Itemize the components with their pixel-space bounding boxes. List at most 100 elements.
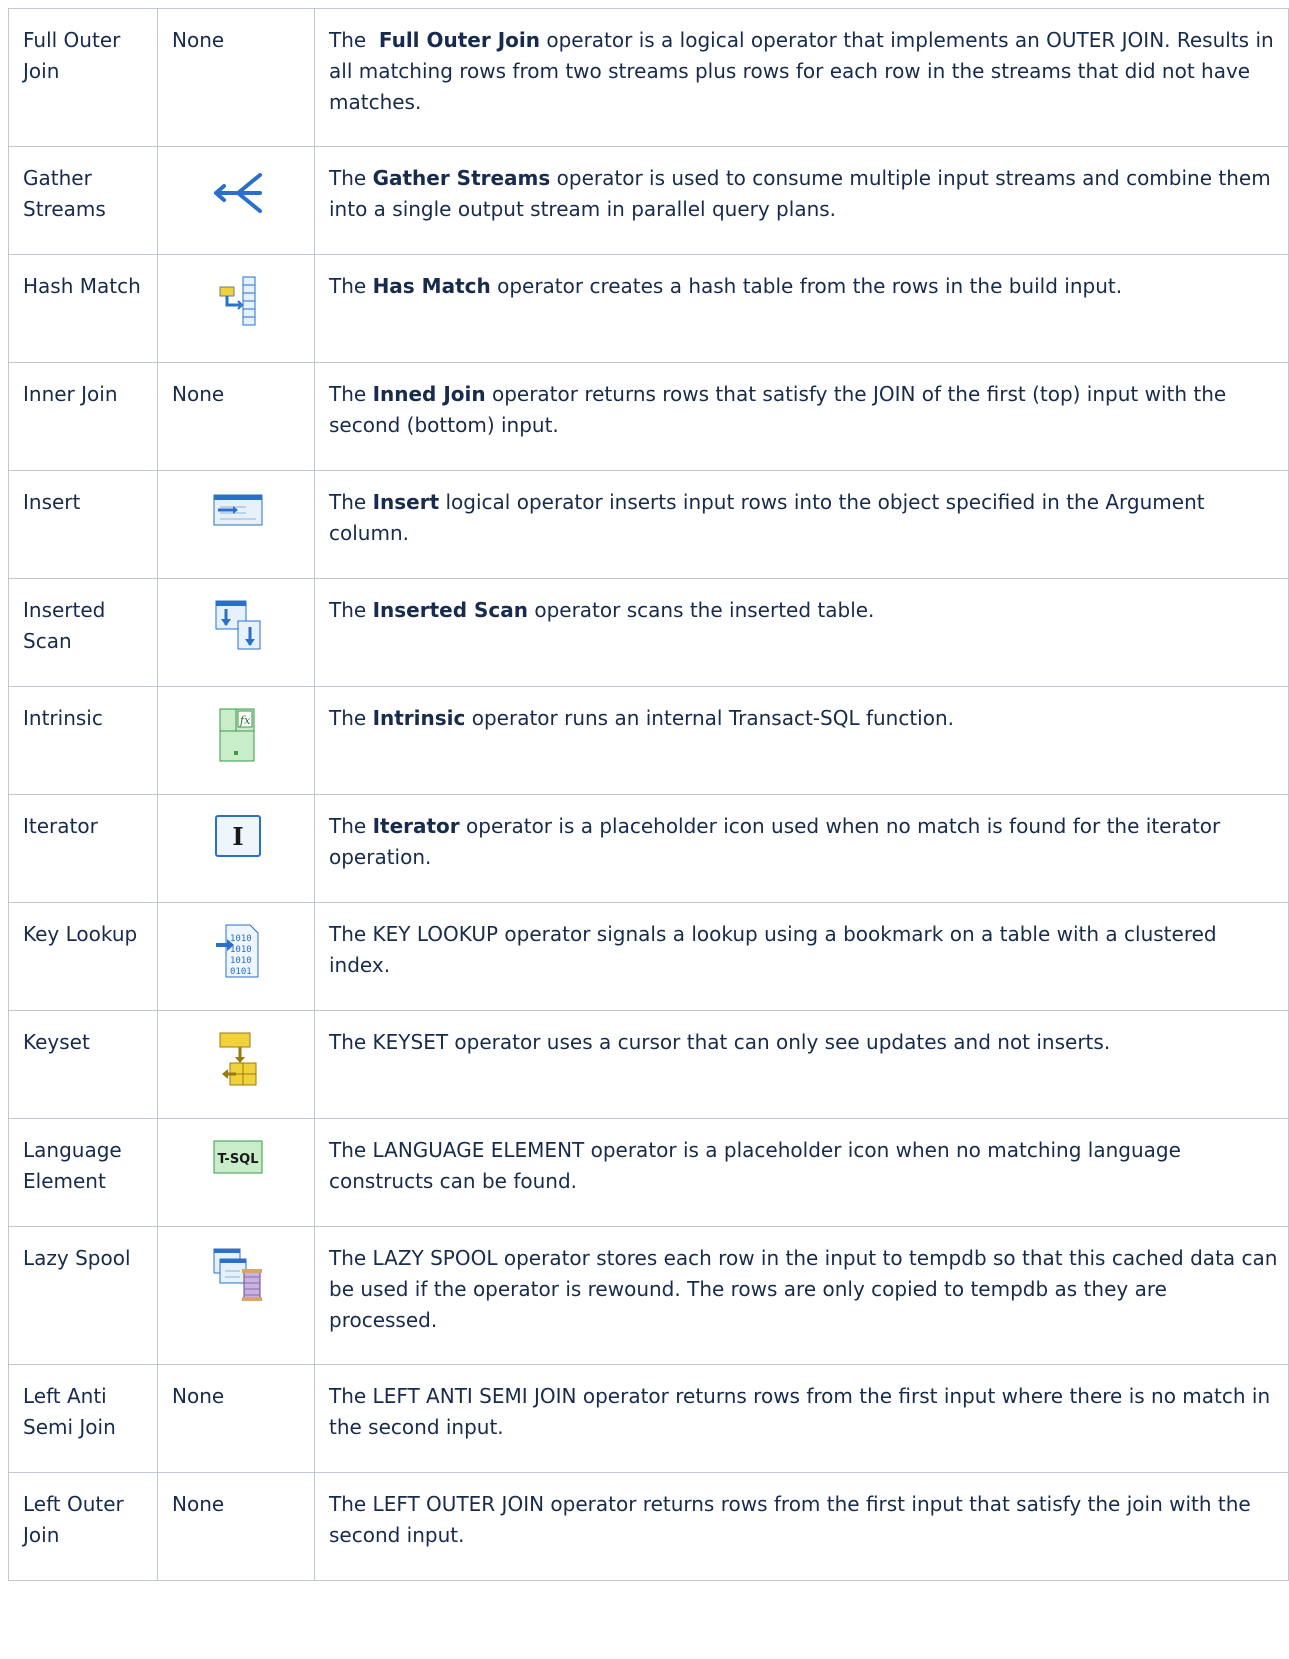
description-text: The LEFT OUTER JOIN operator returns row…	[329, 1492, 1258, 1547]
operator-description-cell: The LANGUAGE ELEMENT operator is a place…	[314, 1118, 1289, 1227]
operator-icon-cell: None	[157, 8, 315, 147]
operator-icon-cell: None	[157, 1364, 315, 1473]
operator-name: Left Anti Semi Join	[23, 1384, 116, 1439]
operator-icon-cell: I	[157, 794, 315, 903]
operator-description-cell: The Insert logical operator inserts inpu…	[314, 470, 1289, 579]
description-text: The LAZY SPOOL operator stores each row …	[329, 1246, 1284, 1332]
svg-text:fx: fx	[239, 714, 251, 727]
description-text: The	[329, 598, 373, 622]
svg-text:1010: 1010	[230, 956, 252, 966]
operator-name-cell: Inserted Scan	[8, 578, 158, 687]
table-row: Insert The Insert logical operator insert…	[8, 470, 1289, 579]
table-row: Inserted Scan The Inserted Scan operator …	[8, 578, 1289, 687]
operator-description-cell: The Inserted Scan operator scans the ins…	[314, 578, 1289, 687]
operator-name-bold: Intrinsic	[372, 706, 466, 730]
iterator-icon: I	[172, 811, 304, 875]
operator-name: Key Lookup	[23, 922, 138, 946]
operator-name: Inner Join	[23, 382, 118, 406]
operator-name-bold: Has Match	[372, 274, 491, 298]
table-row: Hash Match The Has Match operator creates…	[8, 254, 1289, 363]
operator-icon-cell	[157, 1226, 315, 1365]
description-text: The KEY LOOKUP operator signals a lookup…	[329, 922, 1223, 977]
operator-name: Lazy Spool	[23, 1246, 131, 1270]
description-text-rest: operator is a placeholder icon used when…	[329, 814, 1221, 869]
svg-text:1010: 1010	[230, 945, 252, 955]
operator-name: Keyset	[23, 1030, 90, 1054]
table-row: Lazy Spool The LAZY SPOOL operator stores…	[8, 1226, 1289, 1365]
operator-icon-cell: None	[157, 1472, 315, 1581]
operator-name-cell: Left Outer Join	[8, 1472, 158, 1581]
no-icon-label: None	[172, 1492, 225, 1516]
inserted-scan-icon	[172, 595, 304, 659]
no-icon-label: None	[172, 28, 225, 52]
operator-icon-cell: None	[157, 362, 315, 471]
intrinsic-icon: fx	[172, 703, 304, 767]
operator-name: Iterator	[23, 814, 98, 838]
operator-name-bold: Gather Streams	[372, 166, 551, 190]
operator-description-cell: The KEY LOOKUP operator signals a lookup…	[314, 902, 1289, 1011]
description-text: The LEFT ANTI SEMI JOIN operator returns…	[329, 1384, 1277, 1439]
operator-icon-cell	[157, 1010, 315, 1119]
operator-name: Full Outer Join	[23, 28, 121, 83]
operator-name-cell: Insert	[8, 470, 158, 579]
table-row: Language Element T-SQL The LANGUAGE ELEMEN…	[8, 1118, 1289, 1227]
description-text-rest: operator creates a hash table from the r…	[490, 274, 1123, 298]
operator-name-cell: Lazy Spool	[8, 1226, 158, 1365]
description-text: The	[329, 28, 373, 52]
operator-name-bold: Inned Join	[372, 382, 486, 406]
operator-name-cell: Full Outer Join	[8, 8, 158, 147]
operator-name-cell: Inner Join	[8, 362, 158, 471]
table-row: Keyset The KEYSET operator uses a cursor …	[8, 1010, 1289, 1119]
operator-name-cell: Hash Match	[8, 254, 158, 363]
operator-description-cell: The Intrinsic operator runs an internal …	[314, 686, 1289, 795]
operator-name: Left Outer Join	[23, 1492, 124, 1547]
description-text: The	[329, 274, 373, 298]
no-icon-label: None	[172, 1384, 225, 1408]
language-element-icon: T-SQL	[172, 1135, 304, 1199]
operator-description-cell: The Iterator operator is a placeholder i…	[314, 794, 1289, 903]
operator-description-cell: The Inned Join operator returns rows tha…	[314, 362, 1289, 471]
operator-description-cell: The Has Match operator creates a hash ta…	[314, 254, 1289, 363]
operator-name-cell: Left Anti Semi Join	[8, 1364, 158, 1473]
operator-name-bold: Insert	[372, 490, 440, 514]
operator-name: Gather Streams	[23, 166, 106, 221]
operator-description-cell: The LEFT OUTER JOIN operator returns row…	[314, 1472, 1289, 1581]
insert-icon	[172, 487, 304, 551]
operator-icon-cell: 1010 1010 1010 0101	[157, 902, 315, 1011]
table-row: Iterator I The Iterator operator is a plac…	[8, 794, 1289, 903]
description-text: The	[329, 166, 373, 190]
operator-icon-cell: fx	[157, 686, 315, 795]
operator-name-cell: Key Lookup	[8, 902, 158, 1011]
operator-name-bold: Iterator	[372, 814, 460, 838]
description-text: The LANGUAGE ELEMENT operator is a place…	[329, 1138, 1188, 1193]
operator-name-cell: Keyset	[8, 1010, 158, 1119]
operator-icon-cell	[157, 254, 315, 363]
operator-name: Hash Match	[23, 274, 141, 298]
svg-text:0101: 0101	[230, 967, 252, 977]
operator-icon-cell	[157, 146, 315, 255]
operator-description-cell: The Gather Streams operator is used to c…	[314, 146, 1289, 255]
table-row: Key Lookup 1010 1010 1010 0101 The KEY LOOKUP…	[8, 902, 1289, 1011]
description-text-rest: operator scans the inserted table.	[527, 598, 875, 622]
hash-match-icon	[172, 271, 304, 335]
lazy-spool-icon	[172, 1243, 304, 1307]
operator-description-cell: The KEYSET operator uses a cursor that c…	[314, 1010, 1289, 1119]
operator-description-cell: The LAZY SPOOL operator stores each row …	[314, 1226, 1289, 1365]
operator-description-cell: The LEFT ANTI SEMI JOIN operator returns…	[314, 1364, 1289, 1473]
operator-name: Language Element	[23, 1138, 122, 1193]
operator-icon-cell	[157, 578, 315, 687]
keyset-icon	[172, 1027, 304, 1091]
key-lookup-icon: 1010 1010 1010 0101	[172, 919, 304, 983]
table-row: Full Outer Join None The Full Outer Join o…	[8, 8, 1289, 147]
description-text: The KEYSET operator uses a cursor that c…	[329, 1030, 1111, 1054]
operators-table-body: Full Outer Join None The Full Outer Join o…	[8, 8, 1289, 1581]
svg-text:1010: 1010	[230, 934, 252, 944]
table-row: Left Outer Join None The LEFT OUTER JOIN o…	[8, 1472, 1289, 1581]
no-icon-label: None	[172, 382, 225, 406]
svg-text:T-SQL: T-SQL	[217, 1152, 258, 1167]
table-row: Left Anti Semi Join None The LEFT ANTI SEM…	[8, 1364, 1289, 1473]
operator-icon-cell: T-SQL	[157, 1118, 315, 1227]
table-row: Inner Join None The Inned Join operator re…	[8, 362, 1289, 471]
operator-name-cell: Gather Streams	[8, 146, 158, 255]
description-text-rest: operator runs an internal Transact-SQL f…	[465, 706, 954, 730]
